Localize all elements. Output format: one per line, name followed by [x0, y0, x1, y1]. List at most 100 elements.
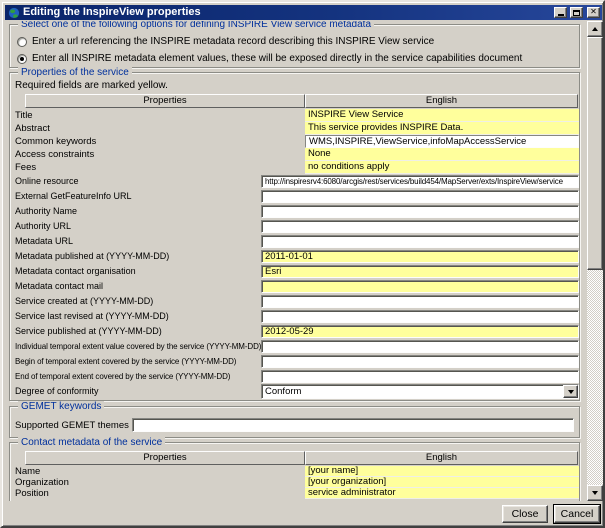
metadata-url-option[interactable]: Enter a url referencing the INSPIRE meta… [17, 36, 573, 47]
radio-icon-selected[interactable] [17, 54, 27, 64]
property-label: Service last revised at (YYYY-MM-DD) [15, 310, 261, 323]
table-row: Authority URL [10, 219, 579, 234]
property-label: Metadata contact organisation [15, 265, 261, 278]
service-properties-title: Properties of the service [18, 67, 132, 78]
service-created-input[interactable] [261, 295, 579, 308]
property-label: Access constraints [15, 148, 305, 161]
service-last-revised-input[interactable] [261, 310, 579, 323]
property-label: Common keywords [15, 135, 305, 148]
metadata-contact-organisation-input[interactable]: Esri [261, 265, 579, 278]
common-keywords-cell[interactable]: WMS,INSPIRE,ViewService,infoMapAccessSer… [305, 135, 579, 148]
property-label: Metadata contact mail [15, 280, 261, 293]
property-label: External GetFeatureInfo URL [15, 190, 261, 203]
gemet-group-title: GEMET keywords [18, 401, 104, 412]
property-label: Fees [15, 161, 305, 174]
authority-url-input[interactable] [261, 220, 579, 233]
property-label: Abstract [15, 122, 305, 135]
table-row: Degree of conformity Conform [10, 384, 579, 399]
table-row: Online resource http://inspiresrv4:6080/… [10, 174, 579, 189]
table-header: Properties English [25, 451, 578, 465]
service-published-input[interactable]: 2012-05-29 [261, 325, 579, 338]
property-label: Service created at (YYYY-MM-DD) [15, 295, 261, 308]
table-row: Position service administrator [10, 488, 579, 499]
table-row: Individual temporal extent value covered… [10, 339, 579, 354]
property-label: Individual temporal extent value covered… [15, 340, 261, 353]
close-button[interactable]: Close [502, 505, 548, 523]
minimize-icon[interactable] [554, 7, 567, 18]
table-row: Metadata published at (YYYY-MM-DD) 2011-… [10, 249, 579, 264]
options-group-title: Select one of the following options for … [18, 21, 374, 30]
options-group: Select one of the following options for … [9, 24, 580, 68]
contact-organization-cell[interactable]: [your organization] [305, 477, 579, 488]
table-row: End of temporal extent covered by the se… [10, 369, 579, 384]
table-row: Service published at (YYYY-MM-DD) 2012-0… [10, 324, 579, 339]
abstract-cell[interactable]: This service provides INSPIRE Data. [305, 122, 579, 135]
contact-name-cell[interactable]: [your name] [305, 466, 579, 477]
authority-name-input[interactable] [261, 205, 579, 218]
table-row: Abstract This service provides INSPIRE D… [10, 122, 579, 135]
title-cell[interactable]: INSPIRE View Service [305, 109, 579, 122]
close-icon[interactable]: ✕ [587, 7, 600, 18]
property-label: Online resource [15, 175, 261, 188]
end-temporal-extent-input[interactable] [261, 370, 579, 383]
metadata-values-option[interactable]: Enter all INSPIRE metadata element value… [17, 53, 573, 64]
table-row: Metadata contact mail [10, 279, 579, 294]
service-properties-group: Properties of the service Required field… [9, 72, 580, 401]
property-label: Organization [15, 477, 305, 488]
property-label: Service published at (YYYY-MM-DD) [15, 325, 261, 338]
gemet-themes-label: Supported GEMET themes [15, 420, 129, 431]
language-column-header: English [305, 94, 578, 108]
table-row: Name [your name] [10, 466, 579, 477]
access-constraints-cell[interactable]: None [305, 148, 579, 161]
table-row: Authority Name [10, 204, 579, 219]
table-row: Begin of temporal extent covered by the … [10, 354, 579, 369]
title-bar[interactable]: Editing the InspireView properties ✕ [5, 5, 602, 20]
property-label: Metadata URL [15, 235, 261, 248]
external-getfeatureinfo-url-input[interactable] [261, 190, 579, 203]
begin-temporal-extent-input[interactable] [261, 355, 579, 368]
metadata-url-input[interactable] [261, 235, 579, 248]
property-label: Metadata published at (YYYY-MM-DD) [15, 250, 261, 263]
contact-position-cell[interactable]: service administrator [305, 488, 579, 499]
maximize-icon[interactable] [570, 7, 583, 18]
supported-gemet-themes-input[interactable] [132, 418, 574, 432]
table-row: Common keywords WMS,INSPIRE,ViewService,… [10, 135, 579, 148]
properties-column-header: Properties [25, 94, 305, 108]
table-header: Properties English [25, 94, 578, 108]
cancel-button[interactable]: Cancel [554, 505, 600, 523]
scroll-down-icon[interactable] [587, 485, 603, 501]
scroll-up-icon[interactable] [587, 21, 603, 37]
table-row: Service created at (YYYY-MM-DD) [10, 294, 579, 309]
contact-group-title: Contact metadata of the service [18, 437, 165, 448]
property-label: Authority URL [15, 220, 261, 233]
metadata-contact-mail-input[interactable] [261, 280, 579, 293]
table-row: Organization [your organization] [10, 477, 579, 488]
online-resource-input[interactable]: http://inspiresrv4:6080/arcgis/rest/serv… [261, 175, 579, 188]
property-label: Title [15, 109, 305, 122]
window-title: Editing the InspireView properties [23, 6, 551, 19]
table-row: Metadata URL [10, 234, 579, 249]
fees-cell[interactable]: no conditions apply [305, 161, 579, 174]
option-label: Enter a url referencing the INSPIRE meta… [32, 36, 434, 47]
metadata-published-input[interactable]: 2011-01-01 [261, 250, 579, 263]
degree-of-conformity-dropdown[interactable]: Conform [261, 384, 579, 399]
scroll-viewport: Select one of the following options for … [5, 21, 587, 501]
table-row: Fees no conditions apply [10, 161, 579, 174]
table-row: External GetFeatureInfo URL [10, 189, 579, 204]
individual-temporal-extent-input[interactable] [261, 340, 579, 353]
scrollbar-thumb[interactable] [587, 37, 603, 270]
radio-icon[interactable] [17, 37, 27, 47]
dropdown-selected-value: Conform [262, 386, 563, 398]
property-label: Name [15, 466, 305, 477]
chevron-down-icon[interactable] [563, 385, 578, 398]
contact-metadata-group: Contact metadata of the service Properti… [9, 442, 580, 501]
properties-column-header: Properties [25, 451, 305, 465]
property-label: Begin of temporal extent covered by the … [15, 355, 261, 368]
table-row: Access constraints None [10, 148, 579, 161]
table-row: Title INSPIRE View Service [10, 109, 579, 122]
table-row: Service last revised at (YYYY-MM-DD) [10, 309, 579, 324]
property-label: Degree of conformity [15, 385, 261, 398]
gemet-keywords-group: GEMET keywords Supported GEMET themes [9, 406, 580, 438]
vertical-scrollbar[interactable] [587, 21, 603, 501]
option-label: Enter all INSPIRE metadata element value… [32, 53, 522, 64]
